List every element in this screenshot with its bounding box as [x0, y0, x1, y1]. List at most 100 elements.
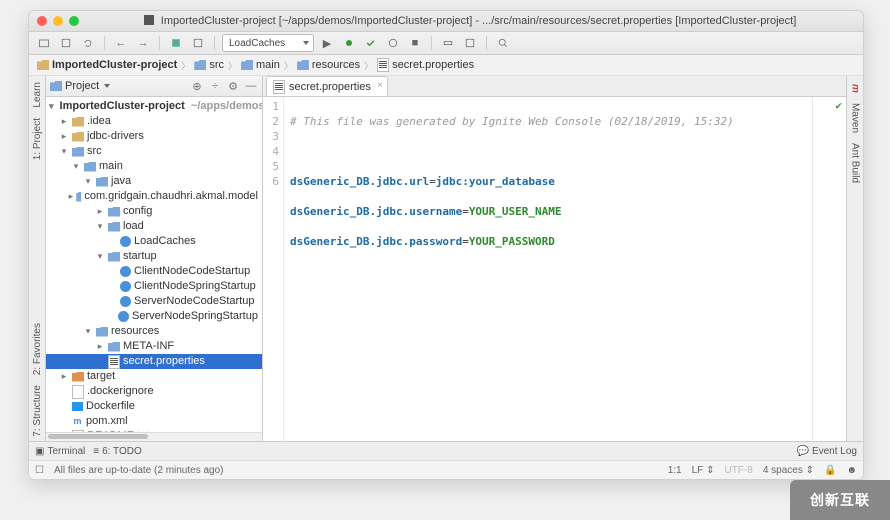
coverage-icon[interactable] [362, 35, 380, 51]
debug-icon[interactable] [340, 35, 358, 51]
status-message: All files are up-to-date (2 minutes ago) [54, 465, 224, 476]
horizontal-scrollbar[interactable] [46, 432, 262, 441]
collapse-icon[interactable]: ÷ [208, 79, 222, 93]
tab-project[interactable]: 1: Project [31, 114, 44, 164]
sidebar-header: Project ⊕ ÷ ⚙ — [46, 76, 262, 97]
hide-icon[interactable]: — [244, 79, 258, 93]
tree-row[interactable]: ▾resources [46, 324, 262, 339]
folder-icon [72, 147, 84, 157]
main-area: Learn 1: Project 2: Favorites 7: Structu… [29, 76, 863, 441]
tab-ant[interactable]: Ant Build [849, 139, 862, 187]
tree-row[interactable]: ▸.dockerignore [46, 384, 262, 399]
stop-icon[interactable]: ■ [406, 35, 424, 51]
tab-structure[interactable]: 7: Structure [31, 381, 44, 441]
search-icon[interactable] [494, 35, 512, 51]
run-config-selector[interactable]: LoadCaches [222, 34, 314, 52]
crumb-main[interactable]: main [239, 59, 282, 71]
run-icon[interactable]: ▶ [318, 35, 336, 51]
class-icon [120, 281, 131, 292]
tab-event-log[interactable]: 💬 Event Log [797, 446, 858, 457]
tree-row[interactable]: ▾ ImportedCluster-project ~/apps/demos/I… [46, 99, 262, 114]
ide-window: ImportedCluster-project [~/apps/demos/Im… [28, 10, 864, 480]
vcs-icon[interactable] [439, 35, 457, 51]
settings-icon[interactable] [461, 35, 479, 51]
class-icon [120, 236, 131, 247]
save-icon[interactable] [57, 35, 75, 51]
profile-icon[interactable] [384, 35, 402, 51]
tree-row-selected[interactable]: ▸secret.properties [46, 354, 262, 369]
close-icon[interactable] [37, 16, 47, 26]
forward-icon[interactable]: → [134, 35, 152, 51]
crumb-project[interactable]: ImportedCluster-project [35, 59, 179, 71]
tree-row[interactable]: ▾load [46, 219, 262, 234]
tree-row[interactable]: ▸LoadCaches [46, 234, 262, 249]
hector-icon[interactable]: ☻ [846, 465, 857, 476]
right-margin-guide [812, 97, 813, 441]
build-icon[interactable] [167, 35, 185, 51]
tree-row[interactable]: ▾main [46, 159, 262, 174]
tab-todo[interactable]: ≡ 6: TODO [93, 446, 142, 457]
folder-icon [72, 117, 84, 127]
right-tool-gutter: m Maven Ant Build [846, 76, 863, 441]
tree-row[interactable]: ▸Dockerfile [46, 399, 262, 414]
line-separator[interactable]: LF ⇕ [692, 465, 715, 476]
back-icon[interactable]: ← [112, 35, 130, 51]
status-bar: ☐ All files are up-to-date (2 minutes ag… [29, 460, 863, 479]
tree-row[interactable]: ▸com.gridgain.chaudhri.akmal.model [46, 189, 262, 204]
editor-tab[interactable]: secret.properties × [266, 76, 388, 96]
tree-row[interactable]: ▸config [46, 204, 262, 219]
tree-row[interactable]: ▸mpom.xml [46, 414, 262, 429]
editor-area: secret.properties × 1 2 3 4 5 6 # This f… [263, 76, 846, 441]
tab-favorites[interactable]: 2: Favorites [31, 319, 44, 379]
project-tree[interactable]: ▾ ImportedCluster-project ~/apps/demos/I… [46, 97, 262, 441]
window-title: ImportedCluster-project [~/apps/demos/Im… [85, 15, 855, 27]
file-encoding[interactable]: UTF-8 [724, 465, 752, 476]
tree-row[interactable]: ▸ClientNodeSpringStartup [46, 279, 262, 294]
breadcrumb: ImportedCluster-project 〉 src 〉 main 〉 r… [29, 55, 863, 76]
folder-icon [108, 252, 120, 262]
tree-row[interactable]: ▸META-INF [46, 339, 262, 354]
editor-body[interactable]: 1 2 3 4 5 6 # This file was generated by… [263, 97, 846, 441]
tab-learn[interactable]: Learn [31, 78, 44, 112]
target-icon[interactable]: ⊕ [190, 79, 204, 93]
folder-icon [194, 60, 206, 70]
minimize-icon[interactable] [53, 16, 63, 26]
folder-icon [96, 327, 108, 337]
close-icon[interactable]: × [377, 80, 383, 91]
folder-icon [76, 192, 81, 202]
tab-maven[interactable]: Maven [849, 99, 862, 137]
left-tool-gutter: Learn 1: Project 2: Favorites 7: Structu… [29, 76, 46, 441]
maven-tool-icon[interactable]: m [849, 80, 862, 97]
tab-terminal[interactable]: ▣ Terminal [35, 446, 85, 457]
inspection-ok-icon[interactable]: ✔ [835, 99, 842, 112]
tree-row[interactable]: ▸ServerNodeSpringStartup [46, 309, 262, 324]
folder-icon [96, 177, 108, 187]
project-sidebar: Project ⊕ ÷ ⚙ — ▾ ImportedCluster-projec… [46, 76, 263, 441]
caret-position[interactable]: 1:1 [668, 465, 682, 476]
tree-row[interactable]: ▾startup [46, 249, 262, 264]
status-icon[interactable]: ☐ [35, 465, 44, 476]
tree-row[interactable]: ▸ServerNodeCodeStartup [46, 294, 262, 309]
tree-row[interactable]: ▸.idea [46, 114, 262, 129]
line-number-gutter: 1 2 3 4 5 6 [263, 97, 284, 441]
refresh-icon[interactable] [79, 35, 97, 51]
tree-row[interactable]: ▾src [46, 144, 262, 159]
build2-icon[interactable] [189, 35, 207, 51]
folder-icon [108, 207, 120, 217]
tree-row[interactable]: ▸ClientNodeCodeStartup [46, 264, 262, 279]
open-icon[interactable] [35, 35, 53, 51]
tree-row[interactable]: ▸target [46, 369, 262, 384]
crumb-resources[interactable]: resources [295, 59, 362, 71]
crumb-src[interactable]: src [192, 59, 226, 71]
crumb-file[interactable]: secret.properties [375, 58, 476, 72]
tree-row[interactable]: ▾java [46, 174, 262, 189]
gear-icon[interactable]: ⚙ [226, 79, 240, 93]
maximize-icon[interactable] [69, 16, 79, 26]
bottom-tool-tabs: ▣ Terminal ≡ 6: TODO 💬 Event Log [29, 441, 863, 460]
indent-settings[interactable]: 4 spaces ⇕ [763, 465, 814, 476]
code-content[interactable]: # This file was generated by Ignite Web … [284, 97, 846, 441]
project-view-selector[interactable]: Project [50, 80, 110, 92]
class-icon [118, 311, 129, 322]
tree-row[interactable]: ▸jdbc-drivers [46, 129, 262, 144]
lock-icon[interactable]: 🔒 [824, 465, 836, 476]
